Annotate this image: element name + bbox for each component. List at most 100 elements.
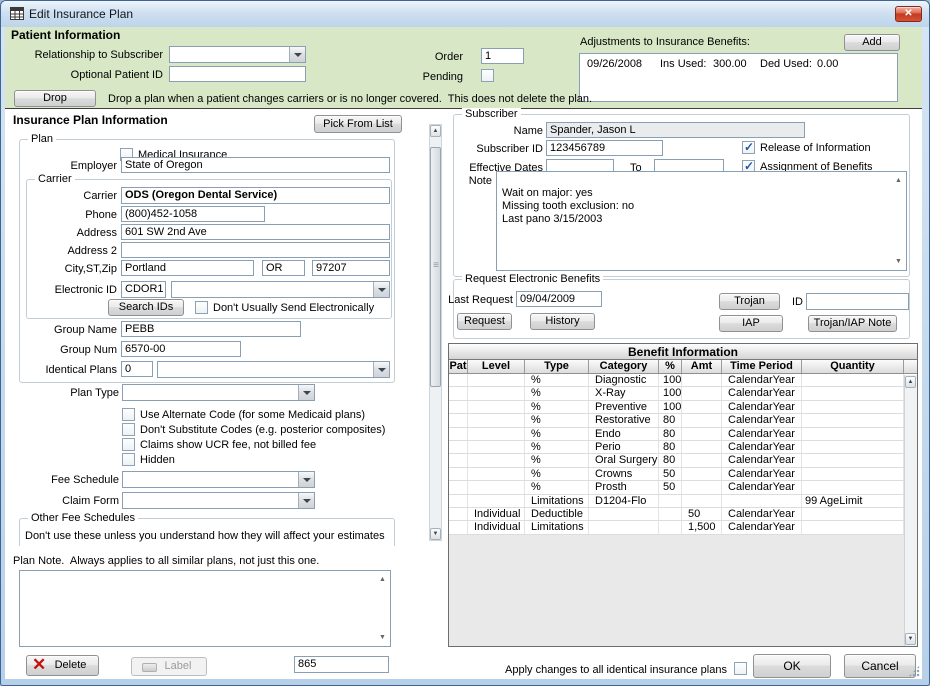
subscriber-note-textarea[interactable]: Wait on major: yes Missing tooth exclusi… [496, 171, 907, 271]
trojan-id-input[interactable] [806, 293, 909, 310]
subscriber-id-input[interactable]: 123456789 [546, 140, 663, 156]
delete-button[interactable]: ✕ Delete [26, 655, 99, 676]
table-row[interactable]: %Crowns50CalendarYear [449, 468, 917, 481]
ok-button[interactable]: OK [753, 654, 831, 678]
chevron-down-icon[interactable] [298, 493, 314, 508]
order-input[interactable]: 1 [481, 48, 524, 64]
table-cell: 50 [659, 468, 682, 480]
last-request-input[interactable]: 09/04/2009 [516, 291, 602, 307]
table-row[interactable]: %Restorative80CalendarYear [449, 414, 917, 427]
table-row[interactable]: %Oral Surgery80CalendarYear [449, 454, 917, 467]
table-cell: CalendarYear [722, 414, 802, 426]
table-row[interactable]: %Diagnostic100CalendarYear [449, 374, 917, 387]
table-cell: % [525, 481, 589, 493]
cancel-button[interactable]: Cancel [844, 654, 916, 678]
scroll-up-icon[interactable]: ▲ [893, 175, 904, 186]
benefit-table-scrollbar[interactable]: ▲ ▼ [904, 375, 917, 646]
table-row[interactable]: %Perio80CalendarYear [449, 441, 917, 454]
apply-changes-checkbox[interactable] [734, 662, 747, 675]
add-button[interactable]: Add [844, 34, 900, 51]
table-cell: X-Ray [589, 387, 659, 399]
scrollbar-thumb[interactable] [430, 147, 441, 387]
plan-option-label: Claims show UCR fee, not billed fee [140, 439, 316, 452]
table-row[interactable]: %Endo80CalendarYear [449, 428, 917, 441]
carrier-input[interactable]: ODS (Oregon Dental Service) [121, 187, 390, 204]
label-button[interactable]: Label [131, 657, 207, 676]
dont-send-checkbox[interactable] [195, 301, 208, 314]
table-row[interactable]: LimitationsD1204-Flo99 AgeLimit [449, 495, 917, 508]
fee-schedule-select[interactable]: ODS [122, 471, 315, 488]
subscriber-name-field[interactable]: Spander, Jason L [546, 122, 805, 138]
table-cell: Perio [589, 441, 659, 453]
table-row[interactable]: %Preventive100CalendarYear [449, 401, 917, 414]
plan-type-select[interactable]: Category Percentage [122, 384, 315, 401]
identical-plans-select[interactable] [157, 361, 390, 378]
plan-option-checkbox[interactable] [122, 423, 135, 436]
address-input[interactable]: 601 SW 2nd Ave [121, 224, 390, 240]
table-cell: Individual [468, 508, 525, 520]
city-input[interactable]: Portland [121, 260, 254, 276]
claim-form-select[interactable]: ADA 2006 [122, 492, 315, 509]
claim-form-label: Claim Form [5, 495, 119, 508]
group-num-input[interactable]: 6570-00 [121, 341, 241, 357]
trojan-button[interactable]: Trojan [719, 293, 780, 310]
table-cell [449, 401, 468, 413]
drop-button[interactable]: Drop [14, 90, 96, 107]
claim-form-value: ADA 2006 [144, 507, 194, 509]
plan-group-label: Plan [28, 133, 56, 146]
adjustments-listbox[interactable]: 09/26/2008 Ins Used: 300.00 Ded Used: 0.… [579, 53, 898, 102]
chevron-down-icon[interactable] [298, 472, 314, 487]
electronic-id-input[interactable]: CDOR1 [121, 281, 166, 298]
chevron-down-icon[interactable] [373, 362, 389, 377]
table-cell: Limitations [525, 495, 589, 507]
table-cell [449, 374, 468, 386]
group-name-input[interactable]: PEBB [121, 321, 301, 337]
history-button[interactable]: History [530, 313, 595, 330]
title-bar[interactable]: Edit Insurance Plan ✕ [1, 1, 929, 27]
pick-from-list-button[interactable]: Pick From List [314, 115, 402, 133]
left-panel-scrollbar[interactable]: ▲ ▼ [429, 124, 442, 541]
scroll-down-icon[interactable]: ▼ [905, 633, 916, 645]
optional-patient-id-input[interactable] [169, 66, 306, 82]
scroll-down-icon[interactable]: ▼ [430, 528, 441, 540]
city-st-zip-label: City,ST,Zip [5, 263, 117, 276]
table-cell: D1204-Flo [589, 495, 659, 507]
identical-plans-input[interactable]: 0 [121, 361, 153, 377]
state-input[interactable]: OR [262, 260, 305, 276]
payor-select[interactable]: multiple payors use this ID [171, 281, 390, 298]
scroll-down-icon[interactable]: ▼ [377, 632, 388, 643]
table-row[interactable]: IndividualLimitations1,500CalendarYear [449, 521, 917, 534]
other-fee-group-label: Other Fee Schedules [28, 512, 138, 525]
table-row[interactable]: %Prosth50CalendarYear [449, 481, 917, 494]
table-row[interactable]: IndividualDeductible50CalendarYear [449, 508, 917, 521]
scroll-up-icon[interactable]: ▲ [377, 574, 388, 585]
plan-option-checkbox[interactable] [122, 453, 135, 466]
relationship-select[interactable]: Self [169, 46, 306, 63]
address2-input[interactable] [121, 242, 390, 258]
plan-option-checkbox[interactable] [122, 408, 135, 421]
release-checkbox[interactable] [742, 141, 755, 154]
phone-input[interactable]: (800)452-1058 [121, 206, 265, 222]
patient-information-header: Patient Information [11, 29, 120, 42]
delete-x-icon: ✕ [32, 655, 46, 674]
table-cell [659, 495, 682, 507]
chevron-down-icon[interactable] [373, 282, 389, 297]
table-cell [468, 428, 525, 440]
employer-input[interactable]: State of Oregon [121, 157, 390, 173]
chevron-down-icon[interactable] [298, 385, 314, 400]
plan-option-checkbox[interactable] [122, 438, 135, 451]
chevron-down-icon[interactable] [289, 47, 305, 62]
pending-checkbox[interactable] [481, 69, 494, 82]
request-button[interactable]: Request [457, 313, 512, 330]
plan-number-input[interactable]: 865 [294, 656, 389, 673]
table-cell [468, 414, 525, 426]
trojan-iap-note-button[interactable]: Trojan/IAP Note [808, 315, 897, 332]
search-ids-button[interactable]: Search IDs [108, 299, 184, 316]
scroll-up-icon[interactable]: ▲ [905, 376, 916, 388]
iap-button[interactable]: IAP [719, 315, 783, 332]
plan-note-textarea[interactable]: ▲ ▼ [19, 570, 391, 647]
zip-input[interactable]: 97207 [312, 260, 390, 276]
table-row[interactable]: %X-Ray100CalendarYear [449, 387, 917, 400]
close-button[interactable]: ✕ [895, 6, 922, 22]
scroll-down-icon[interactable]: ▼ [893, 256, 904, 267]
